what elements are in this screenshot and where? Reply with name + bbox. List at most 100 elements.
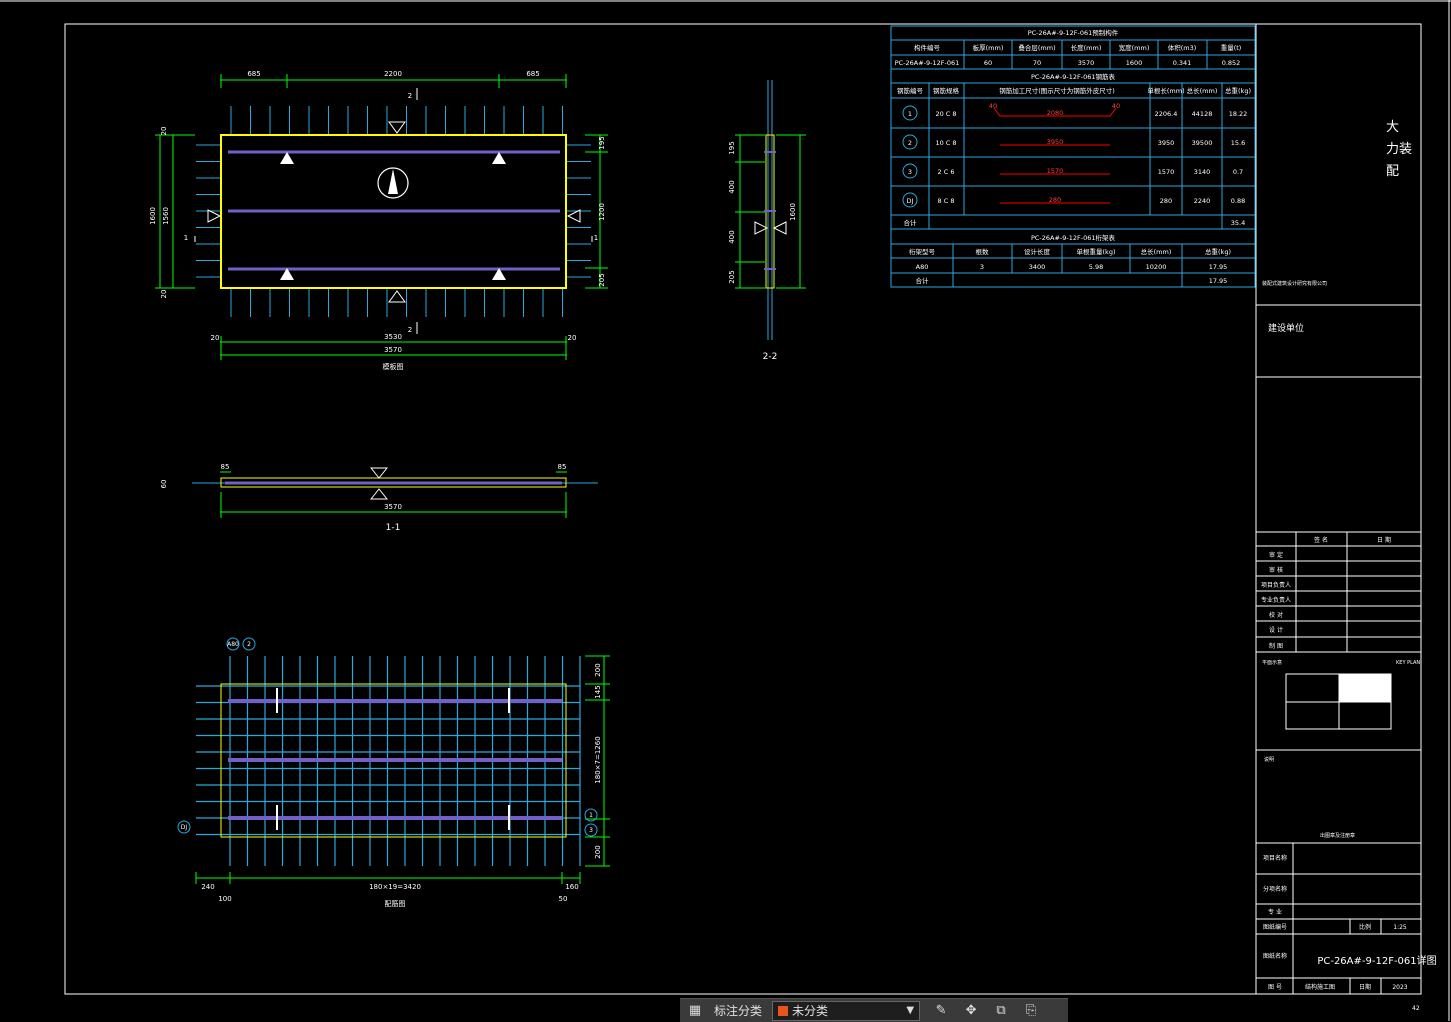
move-icon[interactable]: ✥: [960, 1002, 982, 1020]
dim-text: 200: [594, 663, 602, 676]
table-cell: 3950: [1158, 139, 1175, 147]
drawing-name: PC-26A#-9-12F-061详图: [1317, 954, 1436, 967]
dim-text: 1600: [789, 203, 797, 221]
section-mark: 2: [408, 92, 412, 100]
dim-text: 195: [598, 136, 606, 149]
table-cell: 2240: [1194, 197, 1211, 205]
lifting-point-marker: [492, 152, 506, 164]
table-header-cell: 钢筋规格: [933, 86, 960, 95]
scale-value: 1:25: [1393, 924, 1407, 931]
table-cell: PC-26A#-9-12F-061: [895, 59, 960, 67]
rebar-no: 2: [908, 139, 912, 147]
section-triangle-icon: [566, 209, 581, 223]
rebar-no: DJ: [907, 197, 914, 205]
rebar-tag-text: A80: [227, 641, 239, 648]
table-cell: 15.6: [1231, 139, 1245, 147]
chevron-down-icon: ▼: [906, 1005, 915, 1016]
dim-text: 50: [559, 895, 568, 903]
table-cell: 0.7: [1233, 168, 1243, 176]
table-cell: 3400: [1029, 263, 1046, 271]
table-cell: 18.22: [1229, 110, 1248, 118]
category-select-value: 未分类: [792, 1004, 829, 1018]
dim-text: 20: [211, 334, 220, 342]
table-header-cell: 钢筋加工尺寸(图示尺寸为钢筋外皮尺寸): [999, 86, 1115, 95]
table-cell: 3140: [1194, 168, 1211, 176]
dim-text: 205: [728, 270, 736, 283]
dim-text: 400: [728, 230, 736, 243]
table-header-cell: 总重(kg): [1205, 247, 1231, 256]
table-cell: 2 C 6: [938, 168, 955, 176]
north-arrow-icon: [388, 169, 398, 194]
bar-dim-text: 1570: [1047, 167, 1064, 175]
rebar-no: 3: [908, 168, 912, 176]
dim-text: 3570: [384, 503, 402, 511]
sign-row-label: 项目负责人: [1261, 581, 1291, 589]
bar-dim-text: 2080: [1047, 109, 1064, 117]
rebar-tag-text: 1: [589, 812, 593, 819]
dim-text: 20: [160, 290, 168, 299]
dim-text: 60: [160, 480, 168, 489]
firm-logo-text: 大: [1386, 120, 1399, 135]
sub-project-label: 分项名称: [1263, 885, 1287, 893]
table-cell: A80: [916, 263, 929, 271]
section-triangle-icon: [369, 467, 389, 479]
rebar-plan-view: A80 2 DJ 1 3 200 145 180×7=1260 200 240 …: [177, 637, 610, 908]
table-header-cell: 长度(mm): [1071, 43, 1102, 52]
bar-dim-text: 3950: [1047, 138, 1064, 146]
rebar-no: 1: [908, 110, 912, 118]
dim-text: 85: [221, 463, 230, 471]
table-header-cell: 构件编号: [914, 43, 941, 52]
key-plan-highlight: [1339, 674, 1391, 702]
table-cell: 10 C 8: [935, 139, 956, 147]
edit-icon[interactable]: ✎: [930, 1002, 952, 1020]
table-cell: 3570: [1078, 59, 1095, 67]
dim-text: 400: [728, 180, 736, 193]
rebar-tag-text: DJ: [181, 824, 188, 831]
bar-dim-text: 40: [1112, 102, 1120, 110]
annotation-category-select[interactable]: 未分类 ▼: [772, 1000, 921, 1021]
profession-label: 专 业: [1268, 908, 1282, 916]
rebar-tag-text: 3: [589, 827, 593, 834]
section-mark: 2: [408, 326, 412, 334]
section-mark: 1: [594, 234, 598, 242]
bar-dim-text: 280: [1049, 196, 1061, 204]
dim-text: 3570: [384, 346, 402, 354]
rebar-tag-text: 2: [247, 641, 251, 648]
table-cell: 5.98: [1089, 263, 1103, 271]
table-cell: 8 C 8: [938, 197, 955, 205]
table-header-cell: 单根重量(kg): [1077, 247, 1116, 256]
view-caption: 1-1: [386, 523, 401, 533]
table-header-cell: 根数: [976, 247, 990, 256]
dim-text: 145: [594, 685, 602, 698]
table-cell: 1600: [1126, 59, 1143, 67]
section-1-1: 85 85 3570 60 1-1: [160, 463, 598, 533]
table-header-cell: 总长(mm): [1187, 86, 1218, 95]
dim-text: 240: [201, 883, 214, 891]
drawing-no-label: 图纸编号: [1263, 923, 1287, 931]
copy-icon[interactable]: ⧉: [990, 1002, 1012, 1020]
section-triangle-icon: [369, 488, 389, 500]
sign-row-label: 制 图: [1269, 642, 1283, 650]
key-plan-note: KEY PLAN: [1396, 660, 1420, 666]
sign-row-label: 校 对: [1269, 611, 1283, 619]
table-cell: 280: [1160, 197, 1172, 205]
paste-icon[interactable]: ⎘: [1020, 1002, 1042, 1020]
notes-label: 说明: [1264, 756, 1274, 763]
dim-text: 205: [598, 273, 606, 286]
table-cell: 39500: [1192, 139, 1213, 147]
view-caption: 2-2: [763, 352, 778, 362]
table-cell: 35.4: [1231, 219, 1245, 227]
dim-text: 20: [568, 334, 577, 342]
dim-text: 685: [247, 70, 260, 78]
table-cell: 60: [984, 59, 992, 67]
table-cell: 0.88: [1231, 197, 1245, 205]
table-header-cell: 设计长度: [1024, 247, 1051, 256]
grid-icon[interactable]: ▦: [684, 1002, 706, 1020]
dim-text: 1560: [162, 207, 170, 225]
sign-row-label: 设 计: [1269, 626, 1283, 634]
category-color-swatch: [778, 1005, 789, 1016]
cad-drawing-canvas[interactable]: 685 2200 685 20 3530 20 3570 模板图 2 2 1 1…: [0, 0, 1451, 1021]
title-block: 大 力装 配 装配式建筑设计研究有限公司 平面示意 KEY PLAN 说明 出图…: [1255, 24, 1437, 1012]
table-cell: 0.852: [1222, 59, 1241, 67]
table-cell: 3: [980, 263, 984, 271]
